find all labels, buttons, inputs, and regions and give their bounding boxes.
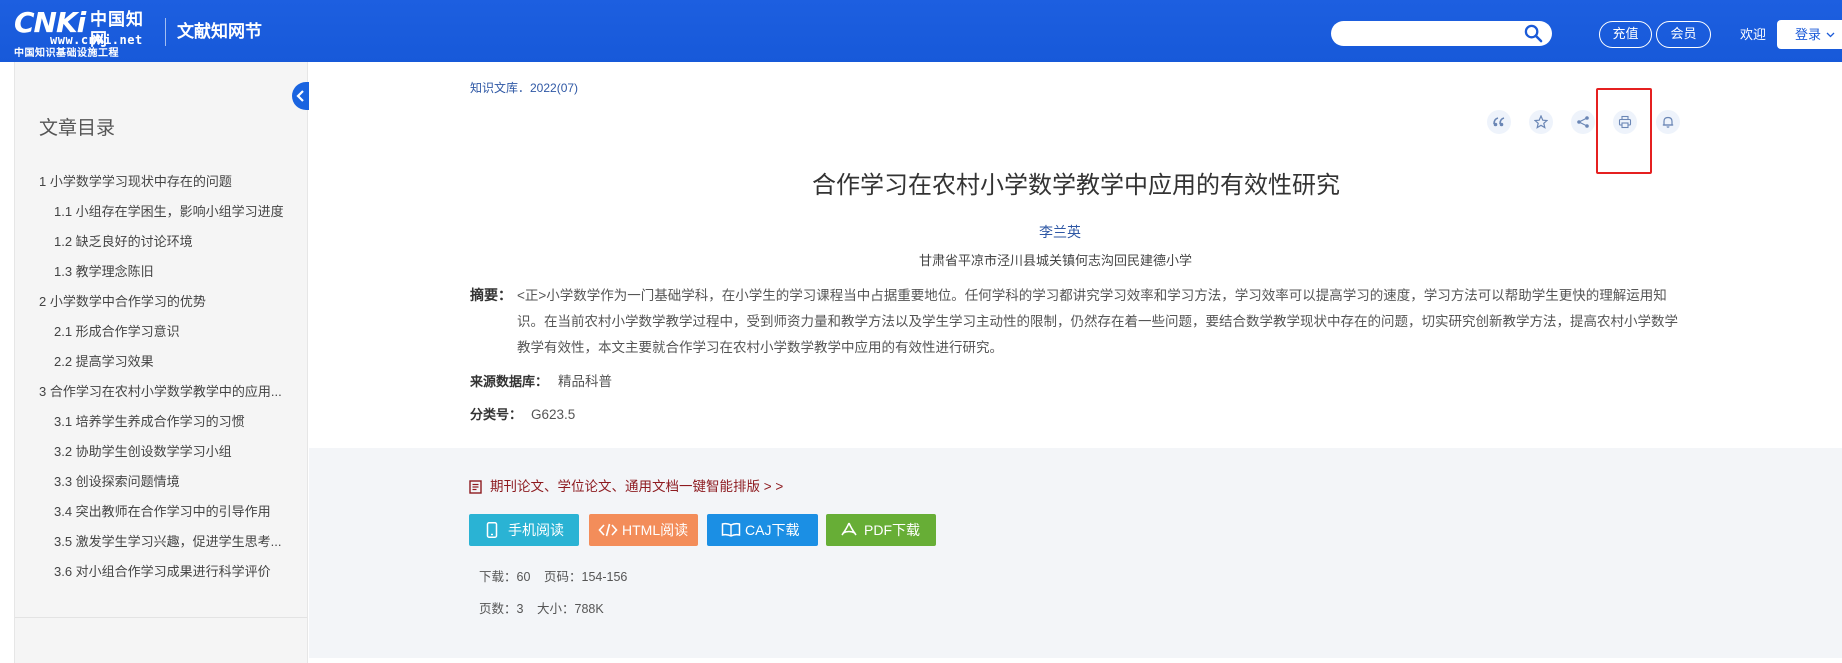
toc-item[interactable]: 3.6 对小组合作学习成果进行科学评价 [54, 563, 271, 581]
toc-title: 文章目录 [39, 118, 116, 139]
toc-item[interactable]: 1.2 缺乏良好的讨论环境 [54, 233, 193, 251]
toc-item[interactable]: 3.5 激发学生学习兴趣，促进学生思考... [54, 533, 282, 551]
toc-item[interactable]: 3.1 培养学生养成合作学习的习惯 [54, 413, 245, 431]
book-icon [721, 522, 741, 537]
share-button[interactable] [1571, 110, 1595, 134]
page-count: 页数：3 [479, 602, 524, 616]
chevron-left-icon [296, 90, 304, 102]
quote-icon [1493, 117, 1505, 127]
journal-source-link[interactable]: 知识文库．2022(07) [470, 80, 578, 96]
recharge-button[interactable]: 充值 [1599, 21, 1652, 48]
smart-format-link[interactable]: 期刊论文、学位论文、通用文档一键智能排版 > > [490, 477, 783, 497]
caj-download-button[interactable]: CAJ下载 [707, 514, 818, 546]
search-icon[interactable] [1524, 24, 1543, 43]
author-link[interactable]: 李兰英 [1039, 222, 1081, 242]
site-name[interactable]: 文献知网节 [177, 20, 262, 44]
toc-item[interactable]: 1.3 教学理念陈旧 [54, 263, 154, 281]
chevron-down-icon [1826, 32, 1835, 38]
page-range: 页码：154-156 [544, 570, 628, 584]
source-db-label: 来源数据库： [470, 374, 549, 389]
toc-item[interactable]: 3.3 创设探索问题情境 [54, 473, 180, 491]
html-read-label: HTML阅读 [622, 522, 689, 538]
document-icon [469, 480, 482, 494]
toc-item[interactable]: 3 合作学习在农村小学数学教学中的应用... [39, 383, 282, 401]
file-size: 大小：788K [537, 602, 604, 616]
toc-sidebar: 文章目录 1 小学数学学习现状中存在的问题 1.1 小组存在学困生，影响小组学习… [14, 62, 308, 663]
toc-item[interactable]: 3.4 突出教师在合作学习中的引导作用 [54, 503, 271, 521]
class-number-value: G623.5 [531, 407, 576, 422]
toc-item[interactable]: 1 小学数学学习现状中存在的问题 [39, 173, 232, 191]
welcome-text: 欢迎 [1740, 27, 1767, 42]
quote-button[interactable] [1487, 110, 1511, 134]
abstract-text: <正>小学数学作为一门基础学科，在小学生的学习课程当中占据重要地位。任何学科的学… [517, 288, 1678, 355]
abstract-label: 摘要： [470, 287, 512, 303]
class-number-label: 分类号： [470, 407, 523, 422]
paper-title: 合作学习在农村小学数学教学中应用的有效性研究 [812, 172, 1340, 199]
pdf-icon [841, 522, 857, 536]
toc-item[interactable]: 2.1 形成合作学习意识 [54, 323, 180, 341]
login-button[interactable]: 登录 [1777, 20, 1842, 49]
phone-icon [486, 522, 498, 538]
top-header: CNKi 中国知网 www.cnki.net 中国知识基础设施工程 文献知网节 … [0, 0, 1842, 62]
affiliation[interactable]: 甘肃省平凉市泾川县城关镇何志沟回民建德小学 [919, 251, 1192, 271]
mobile-read-label: 手机阅读 [508, 522, 564, 538]
favorite-button[interactable] [1529, 110, 1553, 134]
code-icon [598, 523, 618, 537]
print-highlight-box [1596, 88, 1652, 174]
sidebar-divider [15, 617, 307, 618]
mobile-read-button[interactable]: 手机阅读 [469, 514, 579, 546]
download-count: 下载：60 [479, 570, 531, 584]
cnki-logo[interactable]: CNKi 中国知网 www.cnki.net 中国知识基础设施工程 [14, 8, 160, 60]
logo-url: www.cnki.net [50, 33, 143, 47]
html-read-button[interactable]: HTML阅读 [589, 514, 698, 546]
caj-download-label: CAJ下载 [745, 522, 800, 538]
pdf-download-label: PDF下载 [864, 522, 920, 538]
search-input[interactable] [1331, 21, 1552, 46]
member-button[interactable]: 会员 [1656, 21, 1711, 48]
toc-item[interactable]: 2 小学数学中合作学习的优势 [39, 293, 206, 311]
toc-item[interactable]: 3.2 协助学生创设数学学习小组 [54, 443, 232, 461]
login-label: 登录 [1795, 27, 1822, 42]
logo-subtitle: 中国知识基础设施工程 [14, 48, 119, 59]
share-icon [1577, 116, 1589, 128]
pdf-download-button[interactable]: PDF下载 [826, 514, 936, 546]
header-divider [165, 18, 166, 46]
alert-button[interactable] [1656, 110, 1680, 134]
source-db-value: 精品科普 [558, 374, 612, 389]
toc-item[interactable]: 1.1 小组存在学困生，影响小组学习进度 [54, 203, 284, 221]
toc-item[interactable]: 2.2 提高学习效果 [54, 353, 154, 371]
star-icon [1534, 115, 1548, 129]
bell-icon [1662, 116, 1674, 128]
